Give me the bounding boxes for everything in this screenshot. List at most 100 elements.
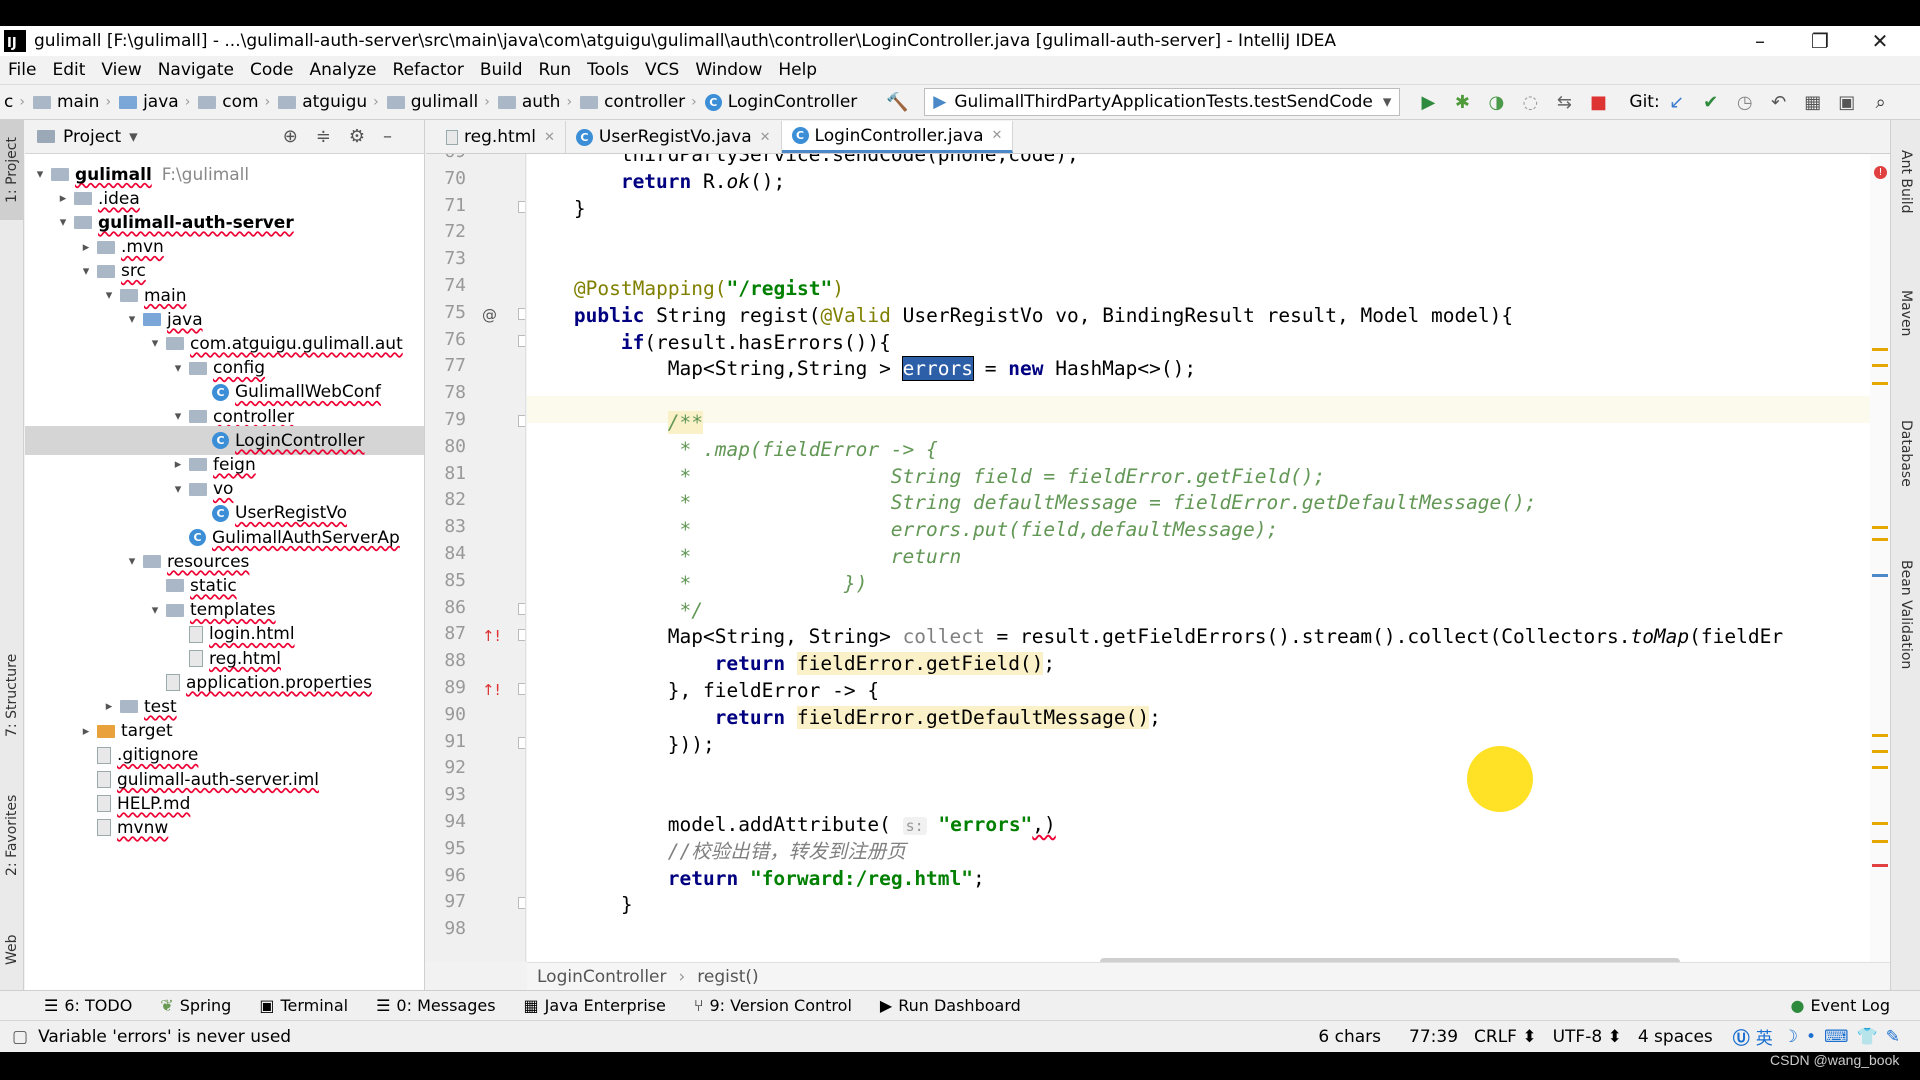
stop-icon[interactable]: ■ (1584, 88, 1612, 116)
nav-crumb-main[interactable]: main › (29, 92, 115, 112)
menu-navigate[interactable]: Navigate (150, 60, 242, 80)
menu-vcs[interactable]: VCS (637, 60, 687, 80)
menu-edit[interactable]: Edit (44, 60, 93, 80)
minimize-icon[interactable]: – (1730, 26, 1790, 56)
chevron-down-icon[interactable]: ▾ (146, 336, 164, 351)
close-icon[interactable]: ✕ (1850, 26, 1910, 56)
tool-spring[interactable]: ❦ Spring (160, 996, 231, 1015)
project-view-select[interactable]: Project (63, 127, 121, 147)
chevron-right-icon[interactable]: ▸ (77, 724, 95, 739)
project-structure-icon[interactable]: ▦ (1799, 88, 1827, 116)
menu-view[interactable]: View (93, 60, 149, 80)
tab-ant-build[interactable]: Ant Build (1894, 150, 1918, 270)
rollback-icon[interactable]: ↶ (1765, 88, 1793, 116)
history-icon[interactable]: ◷ (1731, 88, 1759, 116)
search-icon[interactable]: ⌕ (1867, 88, 1895, 116)
ime-tools-icon[interactable]: ☽•⌨👕✎ (1783, 1027, 1908, 1047)
menu-code[interactable]: Code (242, 60, 302, 80)
fold-marker-icon[interactable] (518, 602, 525, 615)
tab-logincontroller[interactable]: C LoginController.java ✕ (781, 121, 1014, 153)
status-encoding[interactable]: UTF-8 ⬍ (1553, 1027, 1622, 1047)
chevron-down-icon[interactable]: ▾ (169, 361, 187, 376)
nav-crumb-controller[interactable]: controller › (576, 92, 701, 112)
menu-file[interactable]: File (0, 60, 44, 80)
close-icon[interactable]: ✕ (992, 128, 1003, 143)
tab-userregistvo[interactable]: C UserRegistVo.java ✕ (566, 121, 782, 153)
tab-web[interactable]: Web (0, 920, 24, 980)
menu-help[interactable]: Help (770, 60, 825, 80)
error-icon[interactable]: ! (1874, 166, 1887, 179)
run-config-select[interactable]: ▶ GulimallThirdPartyApplicationTests.test… (924, 88, 1401, 116)
error-stripe[interactable]: ! (1870, 154, 1890, 962)
toggle-tool-windows-icon[interactable]: ▢ (12, 1027, 28, 1047)
git-commit-icon[interactable]: ✔ (1697, 88, 1725, 116)
tool-todo[interactable]: ☰ 6: TODO (44, 996, 132, 1015)
menu-refactor[interactable]: Refactor (385, 60, 472, 80)
breadcrumb-class[interactable]: LoginController (537, 967, 666, 987)
chevron-right-icon[interactable]: ▸ (54, 191, 72, 206)
chevron-down-icon[interactable]: ▾ (169, 482, 187, 497)
chevron-right-icon[interactable]: ▸ (169, 457, 187, 472)
fold-marker-icon[interactable] (518, 334, 525, 347)
lambda-marker-icon[interactable]: ↑! (482, 681, 501, 699)
tree-item[interactable]: mvnw (25, 813, 424, 842)
chevron-down-icon[interactable]: ▾ (123, 554, 141, 569)
chevron-right-icon[interactable]: ▸ (100, 699, 118, 714)
chevron-down-icon[interactable]: ▾ (77, 264, 95, 279)
tab-structure[interactable]: 7: Structure (0, 640, 24, 750)
status-caret-position[interactable]: 77:39 (1409, 1027, 1458, 1047)
nav-crumb-java[interactable]: java › (115, 92, 194, 112)
breadcrumb-method[interactable]: regist() (697, 967, 758, 987)
fold-marker-icon[interactable] (518, 415, 525, 427)
fold-marker-icon[interactable] (518, 897, 525, 910)
fold-marker-icon[interactable] (518, 307, 525, 320)
build-hammer-icon[interactable]: 🔨 (883, 88, 911, 116)
menu-tools[interactable]: Tools (579, 60, 637, 80)
git-update-icon[interactable]: ↙ (1663, 88, 1691, 116)
ime-language[interactable]: 英 (1756, 1024, 1773, 1049)
chevron-down-icon[interactable]: ▾ (146, 603, 164, 618)
close-icon[interactable]: ✕ (760, 130, 771, 145)
chevron-down-icon[interactable]: ▾ (129, 127, 138, 147)
fold-marker-icon[interactable] (518, 629, 525, 642)
presentation-icon[interactable]: ▣ (1833, 88, 1861, 116)
coverage-icon[interactable]: ◑ (1482, 88, 1510, 116)
tool-run-dashboard[interactable]: ▶ Run Dashboard (880, 996, 1021, 1015)
profile-icon[interactable]: ◌ (1516, 88, 1544, 116)
tool-terminal[interactable]: ▣ Terminal (259, 996, 348, 1015)
menu-analyze[interactable]: Analyze (302, 60, 385, 80)
tool-version-control[interactable]: ⑂ 9: Version Control (694, 996, 852, 1015)
status-indent[interactable]: 4 spaces (1638, 1027, 1713, 1047)
tab-maven[interactable]: Maven (1894, 290, 1918, 410)
fold-marker-icon[interactable] (518, 736, 525, 749)
debug-icon[interactable]: ✱ (1448, 88, 1476, 116)
code-editor[interactable]: thirdPartyService.sendCode(phone,code); r… (527, 154, 1890, 962)
nav-crumb-gulimall[interactable]: gulimall › (383, 92, 494, 112)
chevron-down-icon[interactable]: ▾ (123, 312, 141, 327)
chevron-right-icon[interactable]: ▸ (77, 240, 95, 255)
tab-favorites[interactable]: 2: Favorites (0, 780, 24, 890)
panel-actions[interactable]: ⊕≑⚙– (283, 126, 410, 147)
override-marker-icon[interactable]: @ (482, 306, 497, 324)
tab-reg-html[interactable]: reg.html ✕ (436, 121, 566, 153)
menu-build[interactable]: Build (472, 60, 531, 80)
nav-crumb[interactable]: c › (0, 92, 29, 112)
menu-run[interactable]: Run (531, 60, 580, 80)
nav-crumb-logincontroller[interactable]: C LoginController (701, 92, 861, 112)
menu-window[interactable]: Window (687, 60, 770, 80)
nav-crumb-atguigu[interactable]: atguigu › (274, 92, 383, 112)
tool-messages[interactable]: ☰ 0: Messages (376, 996, 495, 1015)
fold-marker-icon[interactable] (518, 200, 525, 213)
tab-project[interactable]: 1: Project (0, 120, 24, 220)
tab-bean-validation[interactable]: Bean Validation (1894, 560, 1918, 750)
nav-crumb-com[interactable]: com › (194, 92, 274, 112)
restore-icon[interactable]: ❐ (1790, 26, 1850, 56)
tab-database[interactable]: Database (1894, 420, 1918, 550)
chevron-down-icon[interactable]: ▾ (169, 409, 187, 424)
run-icon[interactable]: ▶ (1414, 88, 1442, 116)
attach-icon[interactable]: ⇆ (1550, 88, 1578, 116)
tool-event-log[interactable]: ● Event Log (1791, 996, 1890, 1015)
lambda-marker-icon[interactable]: ↑! (482, 627, 501, 645)
chevron-down-icon[interactable]: ▾ (100, 288, 118, 303)
chevron-down-icon[interactable]: ▾ (54, 215, 72, 230)
